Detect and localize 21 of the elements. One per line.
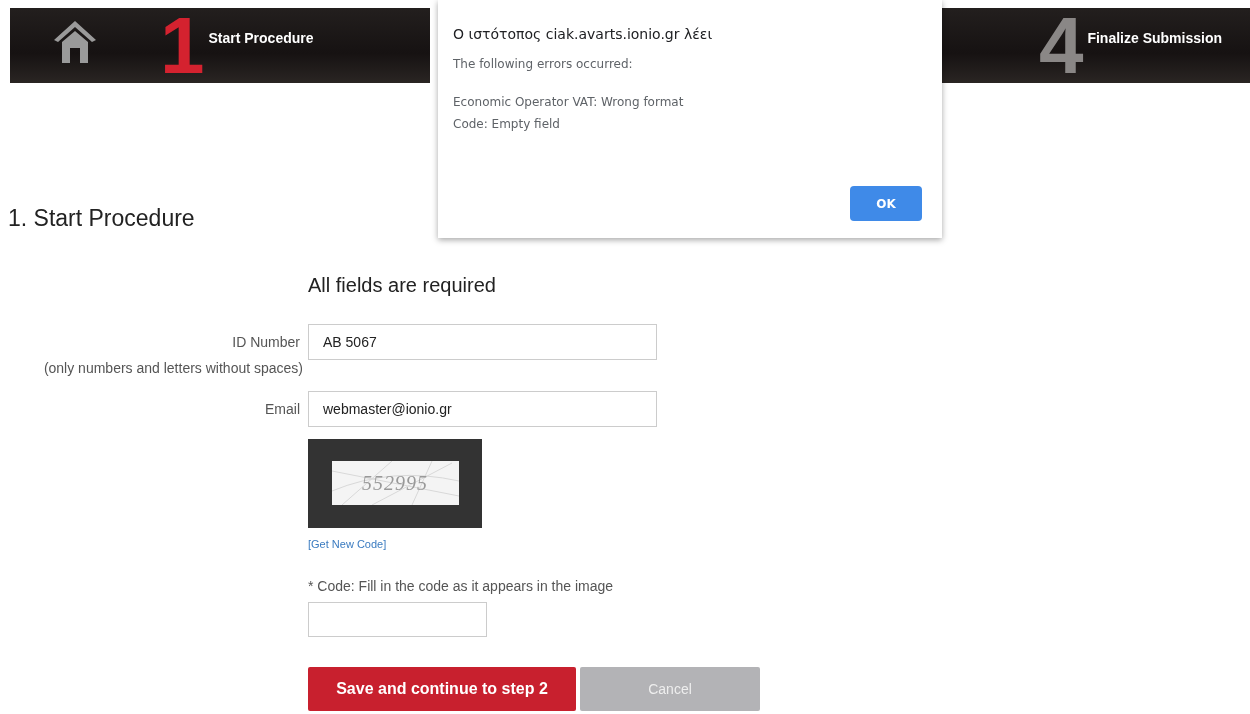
step-label[interactable]: Start Procedure <box>208 28 314 49</box>
save-button[interactable]: Save and continue to step 2 <box>308 667 576 711</box>
error-message: Economic Operator VAT: Wrong format <box>453 94 685 111</box>
text-field[interactable]: AB 5067 <box>308 323 657 360</box>
step-number: 4 <box>1038 8 1084 83</box>
dialog-title: Ο ιστότοπος ciak.avarts.ionio.gr λέει <box>453 25 714 44</box>
dialog-message: The following errors occurred: <box>453 56 634 73</box>
text-field[interactable]: webmaster@ionio.gr <box>308 390 657 427</box>
code-field[interactable] <box>308 602 487 637</box>
step-number: 1 <box>160 8 205 83</box>
field-label: Email <box>264 399 300 419</box>
form-note: All fields are required <box>308 272 497 298</box>
error-message: Code: Empty field <box>453 116 561 133</box>
field-label: ID Number <box>231 332 300 352</box>
home-icon[interactable] <box>52 18 98 64</box>
step-label[interactable]: Finalize Submission <box>1087 28 1222 49</box>
field-hint: (only numbers and letters without spaces) <box>42 358 303 378</box>
captcha-code: 552995 <box>362 471 428 496</box>
new-code-link[interactable]: [Get New Code] <box>308 535 387 552</box>
page-heading: 1. Start Procedure <box>8 204 195 233</box>
code-label: * Code: Fill in the code as it appears in the image <box>308 577 614 596</box>
